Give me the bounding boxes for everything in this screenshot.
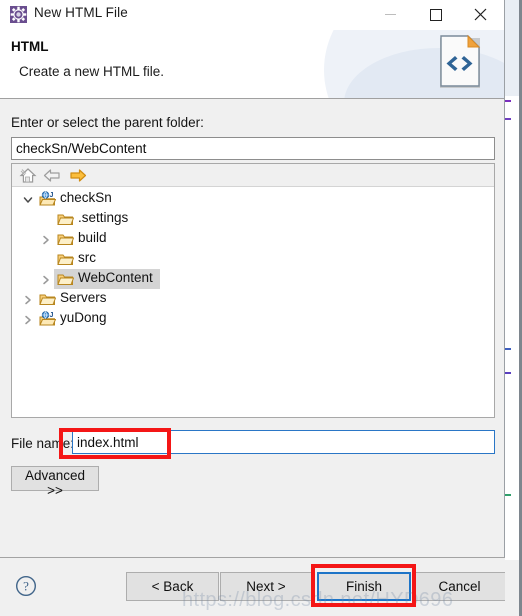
- maximize-icon: [429, 8, 442, 21]
- dialog-body: Enter or select the parent folder: check…: [0, 99, 504, 558]
- html-file-icon: [437, 32, 495, 94]
- twisty-right-icon[interactable]: [22, 293, 34, 305]
- tree-item-label: build: [78, 230, 107, 245]
- folder-icon: [39, 291, 57, 307]
- finish-button[interactable]: Finish: [317, 572, 411, 601]
- parent-folder-input[interactable]: [11, 137, 495, 160]
- twisty-down-icon[interactable]: [22, 193, 34, 205]
- folder-tree-panel: J checkSn .settings build src WebContent…: [11, 163, 495, 418]
- back-button[interactable]: < Back: [126, 572, 219, 601]
- tree-item-label: Servers: [60, 290, 107, 305]
- file-name-input[interactable]: [72, 430, 495, 454]
- help-question-icon[interactable]: ?: [15, 575, 37, 597]
- minimize-button[interactable]: [368, 0, 413, 29]
- home-icon[interactable]: [19, 167, 37, 184]
- dialog-footer: ? < Back Next > Finish Cancel: [0, 557, 505, 616]
- new-html-file-dialog: New HTML File HTML Create a new HTML fil…: [0, 0, 505, 616]
- web-project-icon: J: [39, 191, 57, 207]
- twisty-right-icon[interactable]: [22, 313, 34, 325]
- file-name-label: File name:: [11, 436, 75, 451]
- tree-item-label: src: [78, 250, 96, 265]
- title-bar: New HTML File: [0, 0, 504, 30]
- tree-item-build[interactable]: build: [12, 229, 494, 249]
- tree-item-label: WebContent: [78, 270, 153, 285]
- cancel-button[interactable]: Cancel: [413, 572, 505, 601]
- tree-item-label: yuDong: [60, 310, 107, 325]
- forward-arrow-icon[interactable]: [69, 167, 87, 184]
- svg-text:J: J: [50, 312, 54, 319]
- back-arrow-icon[interactable]: [43, 167, 61, 184]
- minimize-icon: [385, 14, 396, 15]
- tree-item-Servers[interactable]: Servers: [12, 289, 494, 309]
- parent-folder-label: Enter or select the parent folder:: [11, 115, 204, 130]
- next-button[interactable]: Next >: [220, 572, 312, 601]
- window-title: New HTML File: [34, 5, 128, 20]
- page-title: HTML: [11, 39, 49, 54]
- advanced-button[interactable]: Advanced >>: [11, 466, 99, 498]
- tree-toolbar: [12, 164, 494, 187]
- svg-text:?: ?: [23, 579, 29, 594]
- tree-item-yuDong[interactable]: J yuDong: [12, 309, 494, 329]
- tree-item-label: checkSn: [60, 190, 112, 205]
- web-project-icon: J: [39, 311, 57, 327]
- svg-text:J: J: [50, 192, 54, 199]
- close-button[interactable]: [458, 0, 503, 29]
- tree-item-settings[interactable]: .settings: [12, 209, 494, 229]
- folder-icon: [57, 271, 75, 287]
- folder-icon: [57, 211, 75, 227]
- twisty-right-icon[interactable]: [40, 233, 52, 245]
- tree-item-WebContent[interactable]: WebContent: [12, 269, 494, 289]
- screenshot-root: New HTML File HTML Create a new HTML fil…: [0, 0, 522, 616]
- tree-item-src[interactable]: src: [12, 249, 494, 269]
- folder-icon: [57, 231, 75, 247]
- wizard-header: HTML Create a new HTML file.: [0, 30, 504, 99]
- wizard-gear-icon: [10, 6, 27, 23]
- maximize-button[interactable]: [413, 0, 458, 29]
- tree-item-checkSn[interactable]: J checkSn: [12, 189, 494, 209]
- page-description: Create a new HTML file.: [19, 64, 165, 79]
- close-icon: [474, 8, 487, 21]
- folder-icon: [57, 251, 75, 267]
- tree-item-label: .settings: [78, 210, 129, 225]
- folder-tree: J checkSn .settings build src WebContent…: [12, 187, 494, 329]
- twisty-right-icon[interactable]: [40, 273, 52, 285]
